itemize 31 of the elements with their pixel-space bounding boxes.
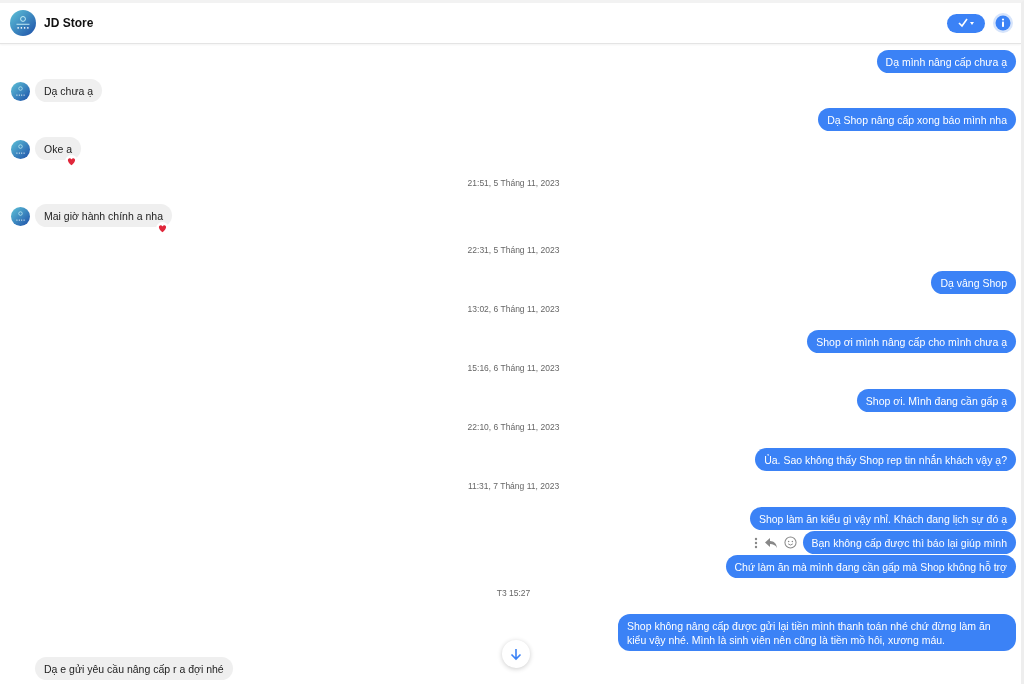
message-bubble: Oke a [35,137,81,160]
scroll-down-button[interactable] [502,640,530,668]
message-bubble: Shop không nâng cấp được gửi lại tiền mình thanh toán nhé chứ đừng làm ăn kiểu vậy nhé. Mình là sinh viên nên cũng là tiền mồ hôi, xương máu. [618,614,1016,651]
chat-title: JD Store [44,16,94,30]
arrow-down-icon [509,647,523,661]
message-bubble: Dạ mình nâng cấp chưa ạ [876,50,1016,73]
timestamp: T3 15:27 [495,587,532,600]
message-bubble: Shop ơi mình nâng cấp cho mình chưa ạ [807,330,1016,353]
info-icon[interactable] [993,13,1013,33]
message-bubble: Mai giờ hành chính a nha [35,204,172,227]
check-icon [956,17,976,29]
reply-icon[interactable] [763,536,778,549]
message-bubble: Shop làm ăn kiểu gì vậy nhỉ. Khách đang lịch sự đó ạ [749,507,1016,530]
emoji-icon[interactable] [783,536,797,549]
message-bubble: Dạ Shop nâng cấp xong báo mình nha [818,108,1016,131]
timestamp: 22:10, 6 Tháng 11, 2023 [466,421,561,434]
message-bubble: Ủa. Sao không thấy Shop rep tin nhắn khách vậy ạ? [755,448,1016,471]
timestamp: 11:31, 7 Tháng 11, 2023 [466,480,561,493]
message-bubble: Dạ chưa ạ [35,79,103,102]
message-bubble: Dạ vâng Shop [931,271,1016,294]
message-bubble: Chứ làm ăn mà mình đang cần gấp mà Shop không hỗ trợ [725,555,1016,578]
message-bubble: Bạn không cấp được thì báo lại giúp mình [802,531,1016,554]
timestamp: 15:16, 6 Tháng 11, 2023 [466,362,561,375]
timestamp: 13:02, 6 Tháng 11, 2023 [466,303,561,316]
message-bubble: Shop ơi. Mình đang cần gấp ạ [856,389,1016,412]
message-bubble: Dạ e gửi yêu cầu nâng cấp r a đợi nhé [35,657,233,680]
mark-done-button[interactable] [947,13,985,33]
timestamp: 21:51, 5 Tháng 11, 2023 [466,177,561,190]
more-icon[interactable] [753,536,758,549]
store-avatar-icon [10,10,36,36]
timestamp: 22:31, 5 Tháng 11, 2023 [466,244,561,257]
